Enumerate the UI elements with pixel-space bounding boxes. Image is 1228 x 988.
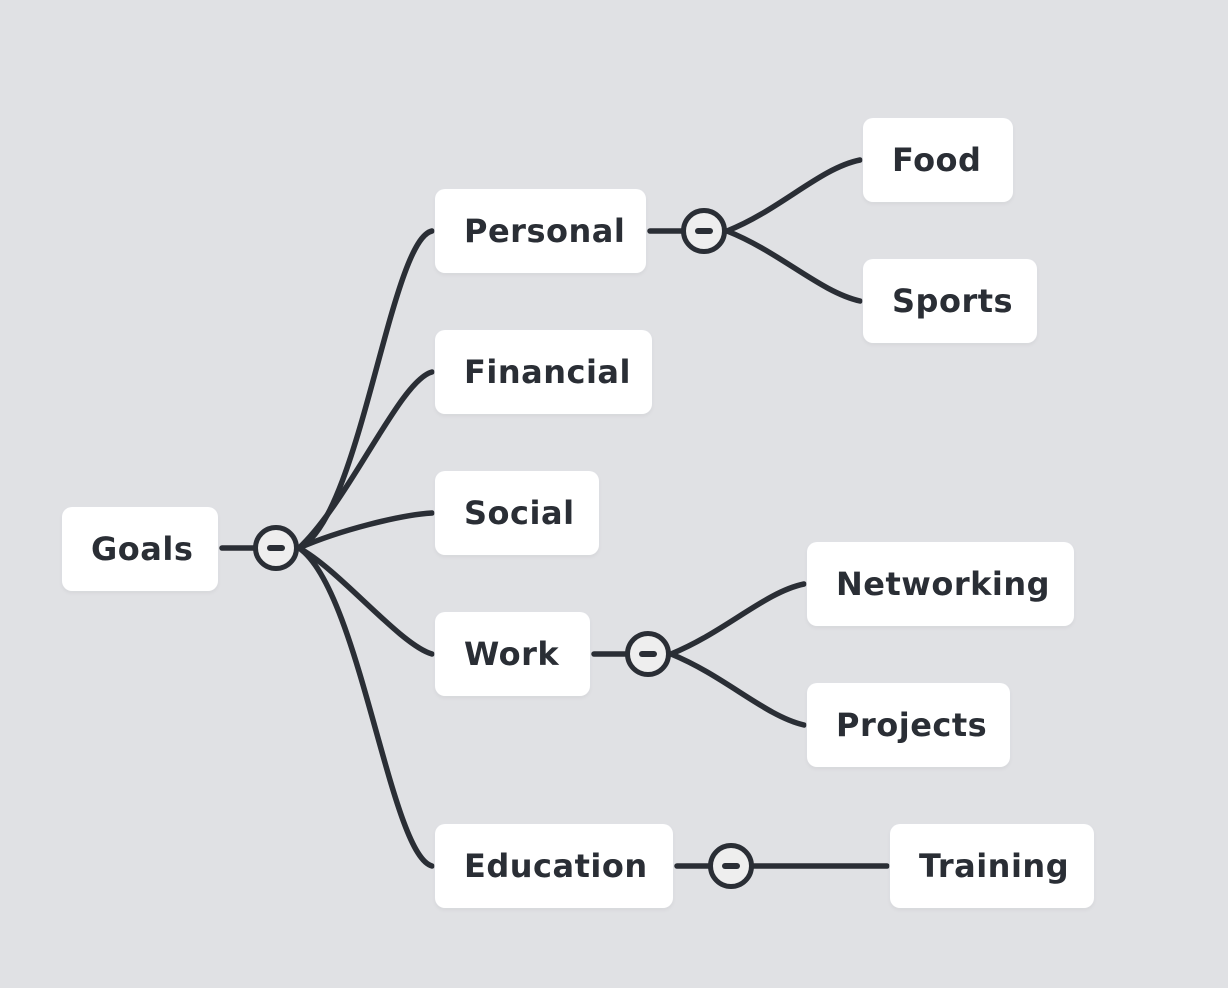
node-label: Work (464, 635, 560, 673)
node-financial[interactable]: Financial (435, 330, 652, 414)
node-personal[interactable]: Personal (435, 189, 646, 273)
collapse-minus-icon (722, 863, 740, 869)
edge-goals-education (296, 545, 435, 869)
node-label: Projects (836, 706, 988, 744)
edge-work-networking (668, 581, 807, 657)
node-training[interactable]: Training (890, 824, 1094, 908)
node-food[interactable]: Food (863, 118, 1013, 202)
collapse-toggle-education[interactable] (708, 843, 754, 889)
collapse-minus-icon (639, 651, 657, 657)
node-label: Training (919, 847, 1070, 885)
collapse-minus-icon (695, 228, 713, 234)
node-goals[interactable]: Goals (62, 507, 218, 591)
edge-work-projects (668, 651, 807, 728)
edge-goals-work (296, 545, 435, 657)
collapse-toggle-goals[interactable] (253, 525, 299, 571)
node-label: Networking (836, 565, 1051, 603)
edge-personal-food (724, 157, 863, 234)
node-social[interactable]: Social (435, 471, 599, 555)
collapse-minus-icon (267, 545, 285, 551)
node-label: Social (464, 494, 575, 532)
collapse-toggle-work[interactable] (625, 631, 671, 677)
node-label: Sports (892, 282, 1014, 320)
node-networking[interactable]: Networking (807, 542, 1074, 626)
node-label: Financial (464, 353, 631, 391)
node-label: Education (464, 847, 648, 885)
edge-personal-sports (724, 228, 863, 304)
node-label: Goals (91, 530, 194, 568)
node-label: Personal (464, 212, 626, 250)
node-sports[interactable]: Sports (863, 259, 1037, 343)
node-education[interactable]: Education (435, 824, 673, 908)
node-projects[interactable]: Projects (807, 683, 1010, 767)
collapse-toggle-personal[interactable] (681, 208, 727, 254)
node-work[interactable]: Work (435, 612, 590, 696)
node-label: Food (892, 141, 982, 179)
